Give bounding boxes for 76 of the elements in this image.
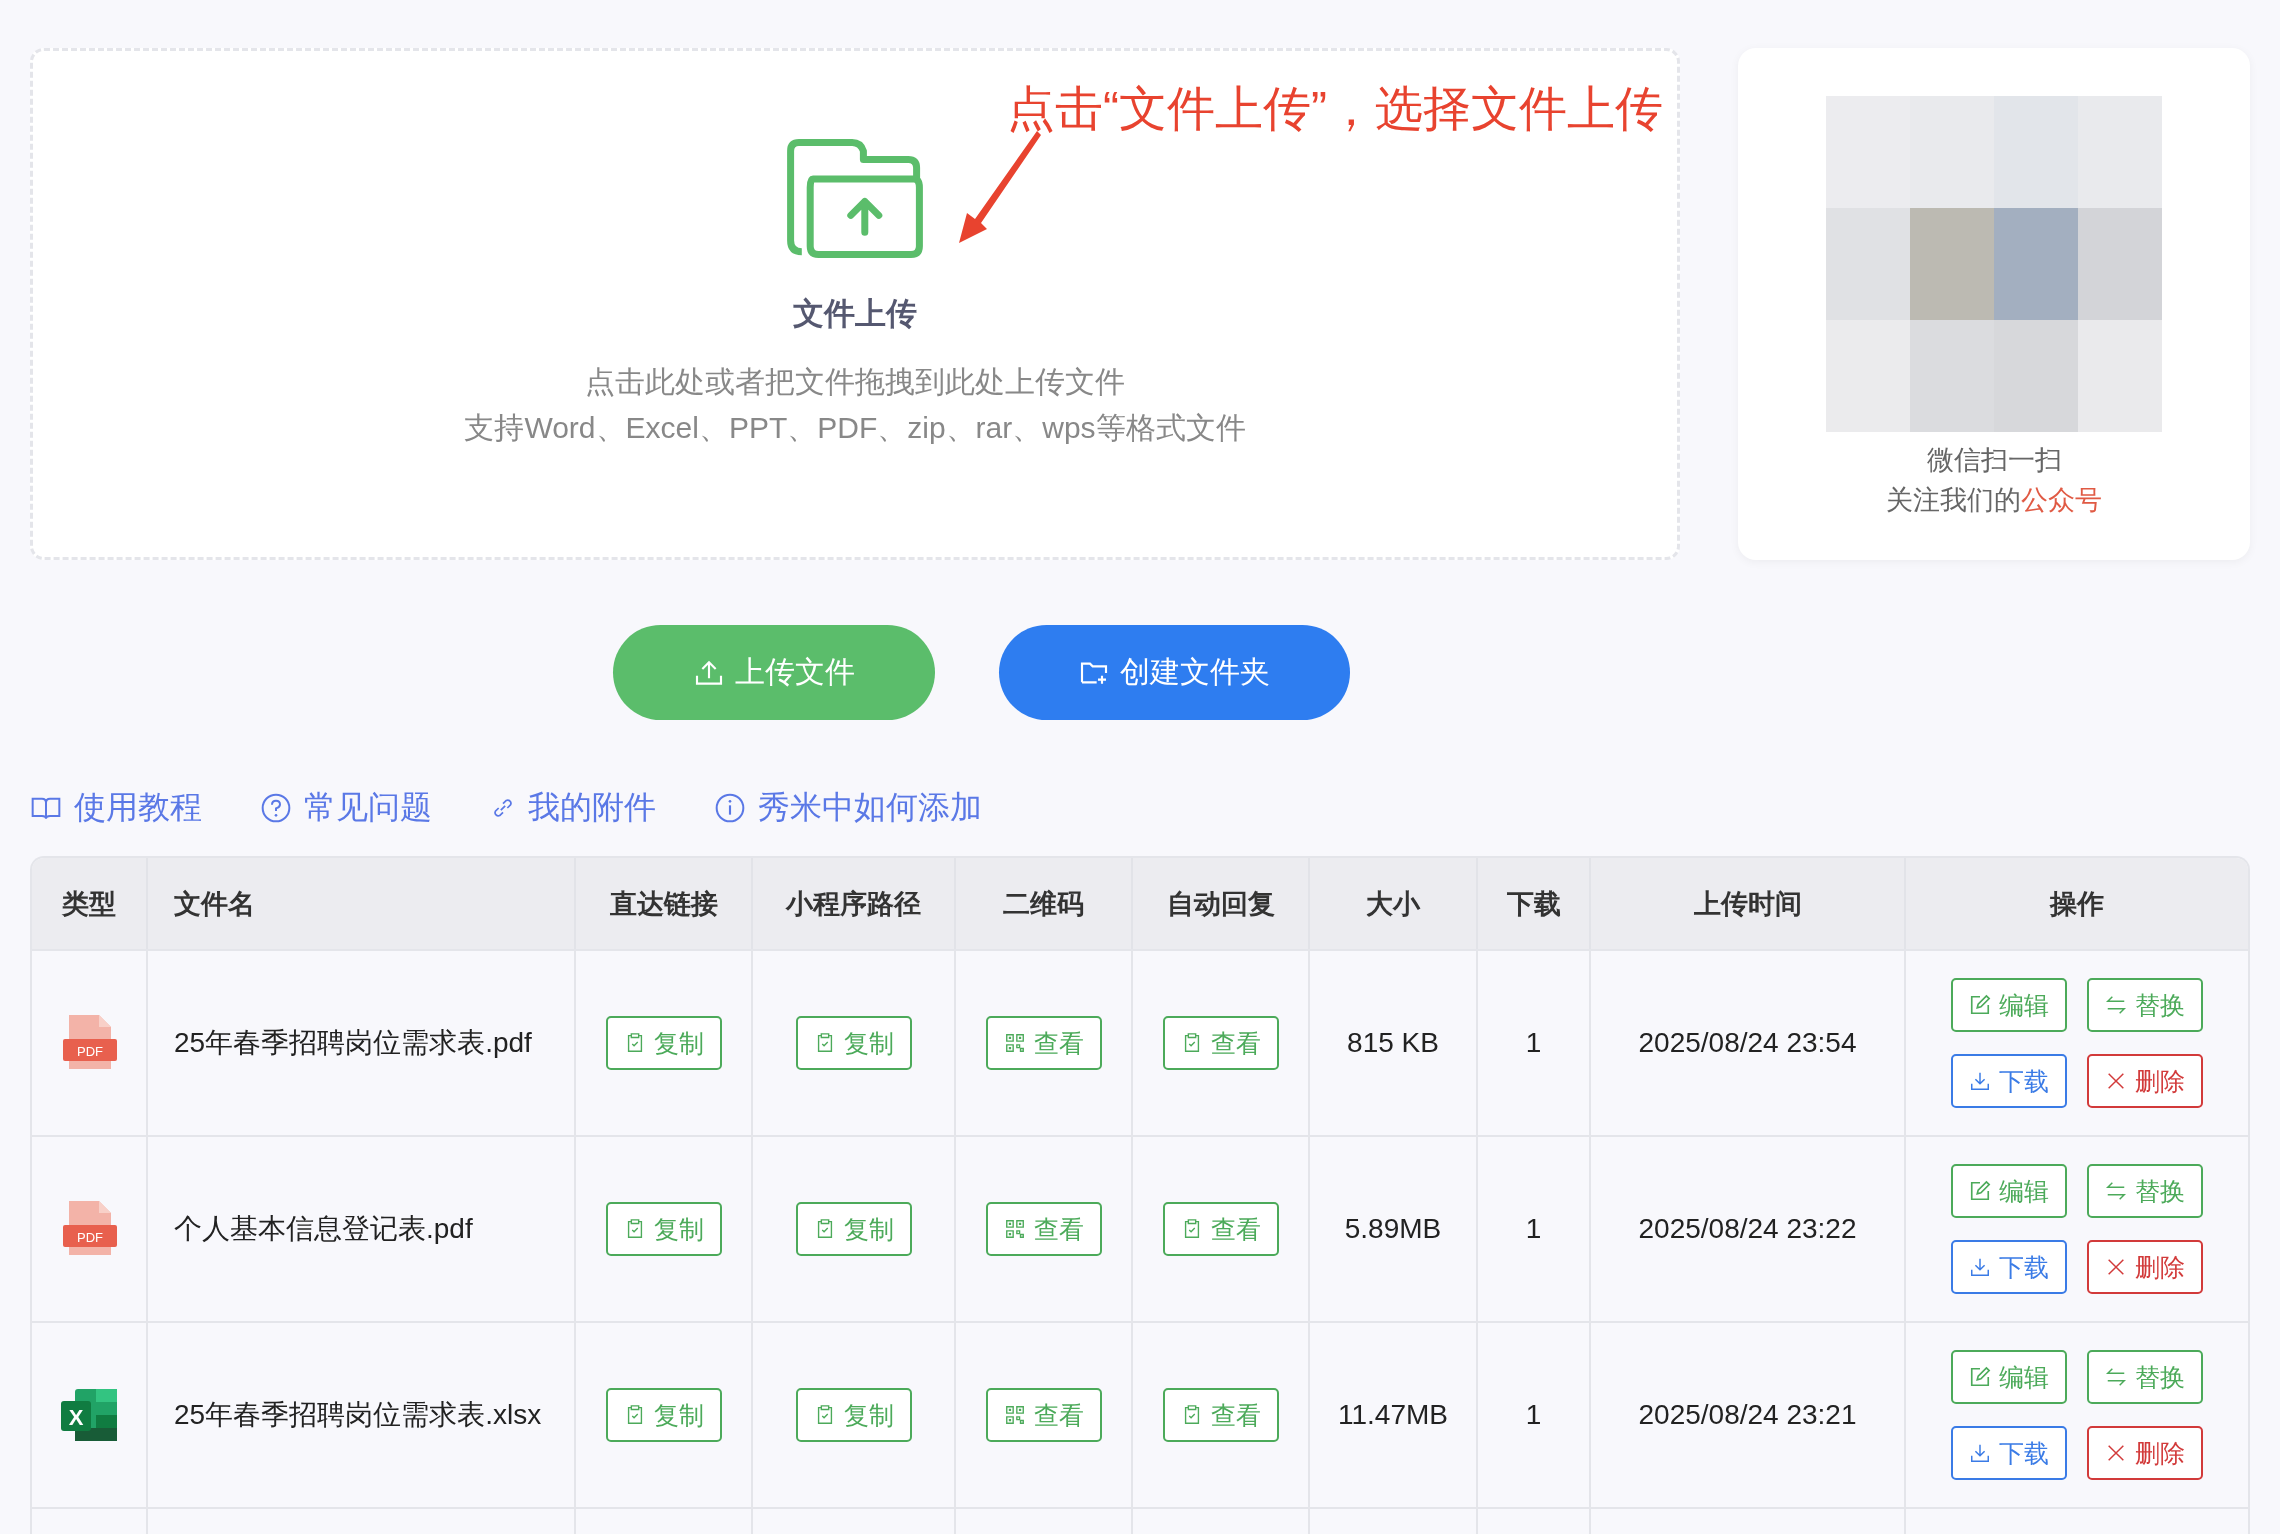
column-header: 小程序路径 bbox=[753, 858, 956, 949]
column-header: 操作 bbox=[2048, 887, 2105, 921]
upload-drop-zone[interactable]: 点击“文件上传”，选择文件上传 文件上传 点击此处或者把文件拖拽到此处上传文件 支持Word、Excel、PPT、PDF、zip、rar、wps等格式文件 bbox=[30, 48, 1680, 560]
column-header: 自动回复 bbox=[1133, 858, 1310, 949]
upload-title: 文件上传 bbox=[793, 295, 917, 333]
download-button[interactable]: 下载 bbox=[1951, 1054, 2067, 1108]
file-name: 25年春季招聘岗位需求表.xlsx bbox=[148, 1323, 576, 1507]
help-link[interactable]: 我的附件 bbox=[490, 786, 656, 830]
delete-button[interactable]: 删除 bbox=[2087, 1426, 2203, 1480]
swap-icon bbox=[2105, 1180, 2127, 1202]
upload-description: 支持Word、Excel、PPT、PDF、zip、rar、wps等格式文件 bbox=[464, 410, 1246, 446]
replace-button[interactable]: 替换 bbox=[2087, 1164, 2203, 1218]
swap-icon bbox=[2105, 994, 2127, 1016]
replace-button[interactable]: 替换 bbox=[2087, 978, 2203, 1032]
close-icon bbox=[2105, 1070, 2127, 1092]
copy-button[interactable]: 查看 bbox=[1162, 1016, 1279, 1070]
file-size: 11.47MB bbox=[1310, 1323, 1478, 1507]
qr-code-icon bbox=[1003, 1404, 1026, 1426]
file-name: 25年春季招聘岗位需求表.pdf bbox=[148, 951, 576, 1135]
download-button[interactable]: 下载 bbox=[1951, 1426, 2067, 1480]
column-header: 二维码 bbox=[956, 858, 1133, 949]
delete-button[interactable]: 删除 bbox=[2087, 1240, 2203, 1294]
help-link[interactable]: 使用教程 bbox=[30, 786, 202, 830]
view-button[interactable]: 查看 bbox=[985, 1202, 1102, 1256]
follow-text: 关注我们的公众号 bbox=[1886, 484, 2102, 517]
delete-button[interactable]: 删除 bbox=[2087, 1054, 2203, 1108]
download-icon bbox=[1969, 1442, 1991, 1464]
download-count: 1 bbox=[1478, 1137, 1591, 1321]
file-name: 个人基本信息登记表.pdf bbox=[148, 1137, 576, 1321]
column-header: 下载 bbox=[1478, 858, 1591, 949]
download-count: 1 bbox=[1478, 951, 1591, 1135]
help-link[interactable]: 常见问题 bbox=[260, 786, 432, 830]
edit-button[interactable]: 编辑 bbox=[1951, 1350, 2067, 1404]
info-icon bbox=[714, 792, 746, 824]
copy-button[interactable]: 复制 bbox=[795, 1016, 912, 1070]
help-link[interactable]: 秀米中如何添加 bbox=[714, 786, 982, 830]
upload-time: 2025/08/24 23:21 bbox=[1591, 1323, 1906, 1507]
column-header: 文件名 bbox=[148, 858, 576, 949]
help-icon bbox=[260, 792, 292, 824]
download-button[interactable]: 下载 bbox=[1951, 1240, 2067, 1294]
copy-button[interactable]: 查看 bbox=[1162, 1202, 1279, 1256]
copy-button[interactable]: 查看 bbox=[1162, 1388, 1279, 1442]
upload-description: 点击此处或者把文件拖拽到此处上传文件 bbox=[585, 364, 1125, 400]
copy-button[interactable]: 复制 bbox=[795, 1388, 912, 1442]
annotation-text: 点击“文件上传”，选择文件上传 bbox=[1007, 81, 1663, 137]
copy-button[interactable]: 复制 bbox=[605, 1388, 722, 1442]
create-folder-button[interactable]: 创建文件夹 bbox=[998, 625, 1350, 720]
download-icon bbox=[1969, 1256, 1991, 1278]
view-button[interactable]: 查看 bbox=[985, 1016, 1102, 1070]
copy-button[interactable]: 复制 bbox=[605, 1016, 722, 1070]
column-header: 类型 bbox=[32, 858, 148, 949]
file-size: 815 KB bbox=[1310, 951, 1478, 1135]
column-header: 上传时间 bbox=[1591, 858, 1906, 949]
upload-button[interactable]: 上传文件 bbox=[612, 625, 935, 720]
swap-icon bbox=[2105, 1366, 2127, 1388]
upload-time: 2025/08/24 23:54 bbox=[1591, 951, 1906, 1135]
edit-button[interactable]: 编辑 bbox=[1951, 1164, 2067, 1218]
column-header: 大小 bbox=[1310, 858, 1478, 949]
qr-caption: 微信扫一扫 bbox=[1926, 444, 2062, 477]
edit-icon bbox=[1969, 1366, 1991, 1388]
copy-button[interactable]: 复制 bbox=[605, 1202, 722, 1256]
upload-time: 2025/08/24 23:22 bbox=[1591, 1137, 1906, 1321]
view-button[interactable]: 查看 bbox=[985, 1388, 1102, 1442]
edit-icon bbox=[1969, 994, 1991, 1016]
file-size: 5.89MB bbox=[1310, 1137, 1478, 1321]
copy-button[interactable]: 复制 bbox=[795, 1202, 912, 1256]
edit-icon bbox=[1969, 1180, 1991, 1202]
close-icon bbox=[2105, 1256, 2127, 1278]
download-icon bbox=[1969, 1070, 1991, 1092]
download-count: 1 bbox=[1478, 1323, 1591, 1507]
qr-code-icon bbox=[1003, 1032, 1026, 1054]
column-header: 直达链接 bbox=[576, 858, 753, 949]
close-icon bbox=[2105, 1442, 2127, 1464]
edit-button[interactable]: 编辑 bbox=[1951, 978, 2067, 1032]
replace-button[interactable]: 替换 bbox=[2087, 1350, 2203, 1404]
qr-code-icon bbox=[1003, 1218, 1026, 1240]
